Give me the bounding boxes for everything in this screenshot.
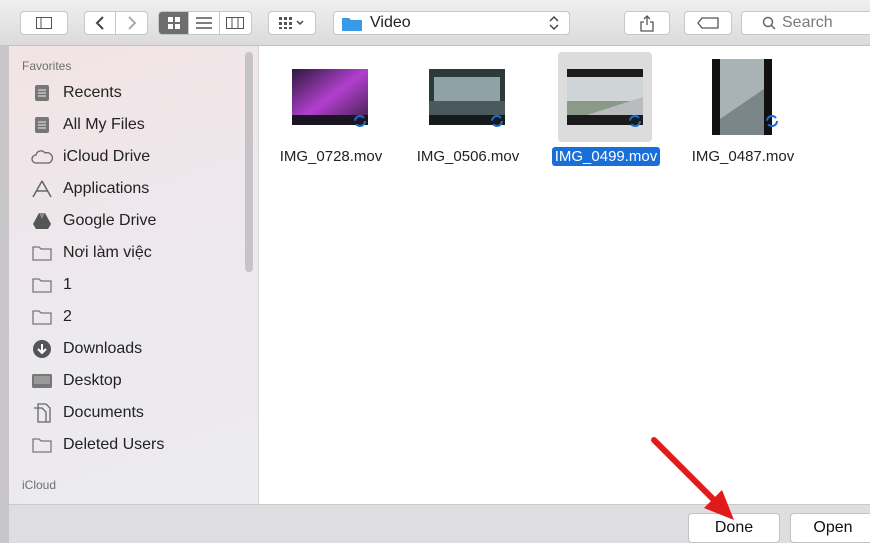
chevron-left-icon	[95, 16, 104, 30]
sidebar-icon	[36, 17, 52, 29]
file-browser: IMG_0728.mov IMG_0506.mov IMG_0499.mov I…	[259, 46, 870, 504]
window-left-edge	[0, 46, 9, 543]
folder-icon	[342, 17, 362, 31]
list-view-button[interactable]	[189, 12, 220, 34]
back-forward-control	[84, 11, 148, 35]
sidebar-item-label: Recents	[63, 84, 122, 101]
cloud-icon	[31, 147, 53, 167]
applications-icon	[31, 179, 53, 199]
file-name: IMG_0728.mov	[279, 148, 383, 165]
file-item[interactable]: IMG_0487.mov	[683, 52, 803, 192]
file-name: IMG_0499.mov	[546, 147, 666, 166]
sidebar-item-icloud-drive[interactable]: iCloud Drive	[31, 144, 150, 170]
folder-icon	[31, 307, 53, 327]
file-name: IMG_0487.mov	[691, 148, 795, 165]
arrange-grid-icon	[279, 17, 304, 29]
column-view-button[interactable]	[220, 12, 251, 34]
tag-icon	[697, 17, 719, 29]
file-item[interactable]: IMG_0506.mov	[408, 52, 528, 192]
sidebar-item-documents[interactable]: Documents	[31, 400, 144, 426]
forward-button[interactable]	[116, 12, 147, 34]
sidebar-item-label: 2	[63, 308, 72, 325]
sidebar-item-all-my-files[interactable]: All My Files	[31, 112, 145, 138]
downloads-icon	[31, 339, 53, 359]
sidebar-item-label: Documents	[63, 404, 144, 421]
sidebar-item-noi-lam-viec[interactable]: Nơi làm việc	[31, 240, 152, 266]
sidebar-item-label: Applications	[63, 180, 150, 197]
sidebar-item-folder-1[interactable]: 1	[31, 272, 72, 298]
search-placeholder: Search	[782, 14, 833, 31]
search-field[interactable]: Search	[741, 11, 870, 35]
columns-icon	[226, 17, 245, 29]
file-thumbnail	[558, 52, 652, 142]
sync-icon	[766, 115, 778, 127]
sidebar-item-label: 1	[63, 276, 72, 293]
folder-icon	[31, 243, 53, 263]
sidebar-item-label: Downloads	[63, 340, 143, 357]
sidebar-item-downloads[interactable]: Downloads	[31, 336, 142, 362]
sync-icon	[354, 115, 366, 127]
location-label: Video	[370, 14, 411, 31]
sidebar-scrollbar[interactable]	[245, 52, 253, 272]
icloud-section-title: iCloud	[22, 478, 57, 492]
sidebar-item-label: All My Files	[63, 116, 145, 133]
google-drive-icon	[31, 211, 53, 231]
sidebar-item-google-drive[interactable]: Google Drive	[31, 208, 156, 234]
sync-icon	[491, 115, 503, 127]
favorites-section-title: Favorites	[22, 59, 72, 73]
folder-icon	[31, 435, 53, 455]
up-down-chevron-icon	[549, 15, 559, 31]
sync-icon	[629, 115, 641, 127]
file-thumbnail	[283, 52, 377, 142]
view-mode-control	[158, 11, 252, 35]
sidebar-item-deleted-users[interactable]: Deleted Users	[31, 432, 164, 458]
sidebar-item-label: Deleted Users	[63, 436, 165, 453]
list-icon	[196, 17, 213, 29]
file-name: IMG_0506.mov	[416, 148, 520, 165]
sidebar-item-recents[interactable]: Recents	[31, 80, 122, 106]
file-item[interactable]: IMG_0728.mov	[271, 52, 391, 192]
toolbar: Video Search	[0, 0, 870, 46]
recents-icon	[31, 83, 53, 103]
chevron-right-icon	[127, 16, 136, 30]
folder-icon	[31, 275, 53, 295]
icon-view-button[interactable]	[159, 12, 190, 34]
arrange-button[interactable]	[268, 11, 316, 35]
all-files-icon	[31, 115, 53, 135]
sidebar: Favorites Recents All My Files iCloud Dr…	[9, 46, 259, 504]
sidebar-item-label: Google Drive	[63, 212, 157, 229]
search-icon	[762, 16, 776, 30]
file-thumbnail	[695, 52, 789, 142]
back-button[interactable]	[85, 12, 117, 34]
sidebar-item-desktop[interactable]: Desktop	[31, 368, 122, 394]
sidebar-item-applications[interactable]: Applications	[31, 176, 149, 202]
file-thumbnail	[420, 52, 514, 142]
desktop-icon	[31, 371, 53, 391]
sidebar-item-label: iCloud Drive	[63, 148, 151, 165]
sidebar-item-label: Desktop	[63, 372, 122, 389]
share-icon	[640, 15, 654, 32]
share-button[interactable]	[624, 11, 670, 35]
open-button[interactable]: Open	[790, 513, 870, 543]
sidebar-item-label: Nơi làm việc	[63, 244, 152, 261]
file-item-selected[interactable]: IMG_0499.mov	[546, 52, 666, 192]
grid-icon	[167, 17, 180, 29]
video-thumbnail-icon	[712, 59, 772, 135]
annotation-arrow-icon	[651, 437, 734, 520]
documents-icon	[31, 403, 53, 423]
sidebar-toggle-button[interactable]	[20, 11, 68, 35]
location-popup[interactable]: Video	[333, 11, 570, 35]
sidebar-item-folder-2[interactable]: 2	[31, 304, 72, 330]
tags-button[interactable]	[684, 11, 732, 35]
